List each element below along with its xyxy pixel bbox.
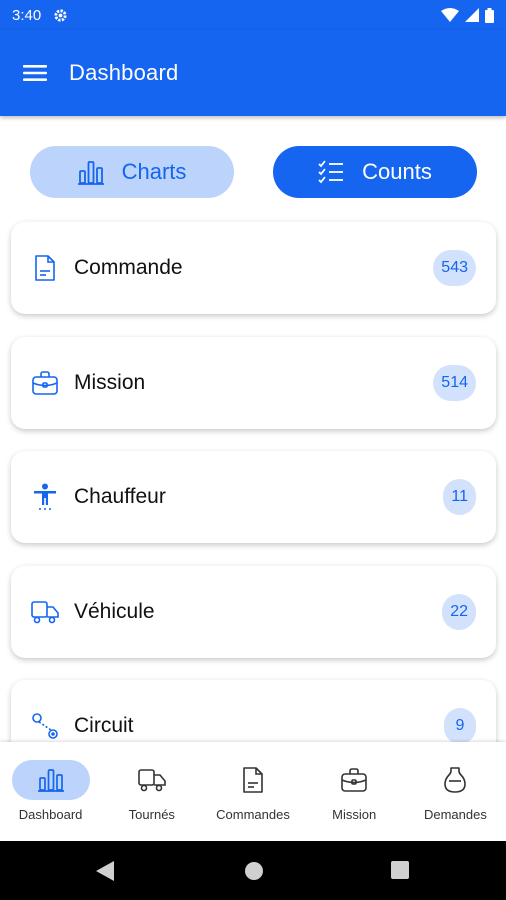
count-badge: 22 bbox=[442, 594, 476, 630]
route-icon bbox=[31, 712, 59, 740]
document-icon bbox=[214, 760, 292, 800]
card-label: Mission bbox=[74, 371, 146, 394]
nav-mission[interactable]: Mission bbox=[304, 742, 405, 841]
count-badge: 543 bbox=[433, 250, 476, 286]
checklist-icon bbox=[318, 160, 344, 184]
document-icon bbox=[31, 254, 59, 282]
view-toggle: Charts Counts bbox=[0, 146, 506, 200]
card-label: Véhicule bbox=[74, 600, 155, 623]
card-label: Commande bbox=[74, 256, 183, 279]
nav-commandes[interactable]: Commandes bbox=[202, 742, 303, 841]
status-time: 3:40 bbox=[12, 6, 42, 24]
card-label: Circuit bbox=[74, 714, 134, 737]
card-chauffeur[interactable]: Chauffeur 11 bbox=[11, 451, 496, 543]
nav-label: Mission bbox=[332, 807, 377, 822]
nav-label: Demandes bbox=[423, 807, 487, 822]
nav-label: Dashboard bbox=[18, 807, 83, 822]
bar-chart-icon bbox=[11, 760, 90, 800]
truck-icon bbox=[113, 760, 191, 800]
briefcase-icon bbox=[31, 369, 59, 397]
count-badge: 9 bbox=[444, 708, 476, 744]
nav-demandes[interactable]: Demandes bbox=[405, 742, 506, 841]
signal-icon bbox=[465, 8, 479, 22]
home-icon[interactable] bbox=[244, 861, 264, 881]
gear-icon bbox=[54, 8, 67, 22]
menu-icon[interactable] bbox=[22, 60, 48, 86]
wifi-icon bbox=[441, 8, 459, 22]
page-title: Dashboard bbox=[69, 60, 179, 85]
back-icon[interactable] bbox=[96, 861, 114, 881]
counts-toggle-button[interactable]: Counts bbox=[273, 146, 477, 198]
count-badge: 514 bbox=[433, 365, 476, 401]
recents-icon[interactable] bbox=[391, 861, 409, 879]
card-commande[interactable]: Commande 543 bbox=[11, 222, 496, 314]
card-vehicule[interactable]: Véhicule 22 bbox=[11, 566, 496, 658]
app-bar: Dashboard bbox=[0, 30, 506, 116]
bottom-nav: Dashboard Tournés Commandes Mission Dema… bbox=[0, 742, 506, 841]
battery-icon bbox=[485, 7, 494, 23]
person-icon bbox=[31, 483, 59, 511]
flask-icon bbox=[416, 760, 494, 800]
status-bar: 3:40 bbox=[0, 0, 506, 30]
nav-dashboard[interactable]: Dashboard bbox=[0, 742, 101, 841]
system-nav-bar bbox=[0, 841, 506, 900]
card-mission[interactable]: Mission 514 bbox=[11, 337, 496, 429]
charts-toggle-button[interactable]: Charts bbox=[30, 146, 234, 198]
nav-tournes[interactable]: Tournés bbox=[101, 742, 202, 841]
briefcase-icon bbox=[315, 760, 393, 800]
charts-label: Charts bbox=[121, 159, 187, 184]
nav-label: Tournés bbox=[128, 807, 175, 822]
truck-icon bbox=[31, 598, 59, 626]
card-label: Chauffeur bbox=[74, 485, 166, 508]
bar-chart-icon bbox=[77, 161, 104, 185]
count-badge: 11 bbox=[443, 479, 476, 515]
counts-label: Counts bbox=[362, 159, 432, 184]
nav-label: Commandes bbox=[216, 807, 290, 822]
